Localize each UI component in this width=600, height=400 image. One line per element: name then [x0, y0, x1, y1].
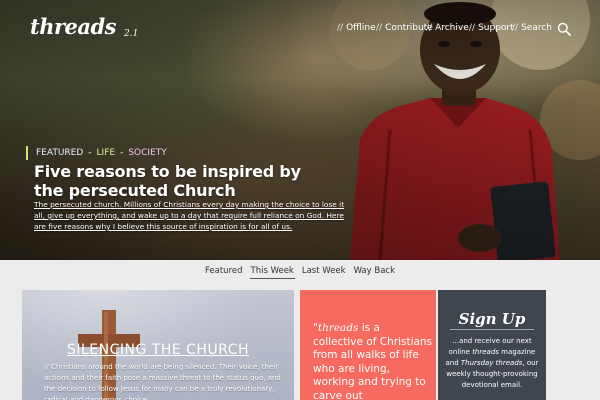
- card-title-text: SILENCING THE CHURCH: [66, 342, 250, 358]
- nav-item-contribute[interactable]: //Contribute: [376, 23, 433, 33]
- site-logo[interactable]: threads: [30, 14, 117, 39]
- feed-tabs: Featured This Week Last Week Way Back: [0, 262, 600, 286]
- signup-description: ...and receive our next online threads m…: [444, 336, 540, 391]
- article-card-silencing[interactable]: SILENCING THE CHURCH // Christians aroun…: [22, 290, 294, 400]
- nav-item-archive[interactable]: //Archive: [426, 23, 469, 33]
- nav-slash: //: [426, 23, 433, 33]
- hero-tags: FEATURED - LIFE - SOCIETY: [26, 146, 167, 160]
- nav-slash: //: [512, 23, 519, 33]
- hero-lede[interactable]: The persecuted church. Millions of Chris…: [34, 199, 356, 232]
- tag-separator: -: [120, 148, 124, 158]
- nav-slash: //: [337, 23, 344, 33]
- about-text: "threads is a collective of Christians f…: [313, 322, 433, 400]
- tab-featured[interactable]: Featured: [204, 262, 244, 278]
- desc-brand-magazine: threads: [472, 348, 499, 356]
- tab-this-week[interactable]: This Week: [249, 262, 295, 279]
- nav-item-support[interactable]: //Support: [469, 23, 514, 33]
- desc-brand-thursday: Thursday threads: [460, 359, 523, 367]
- tag-featured[interactable]: FEATURED: [36, 148, 83, 158]
- tag-society[interactable]: SOCIETY: [128, 148, 166, 158]
- divider: [450, 329, 534, 330]
- card-excerpt: // Christians around the world are being…: [44, 363, 281, 400]
- nav-label: Archive: [435, 23, 469, 33]
- nav-label: Search: [521, 23, 552, 33]
- signup-card[interactable]: Sign Up ...and receive our next online t…: [438, 290, 546, 400]
- tab-last-week[interactable]: Last Week: [301, 262, 347, 278]
- search-icon[interactable]: [557, 22, 571, 36]
- nav-slash: //: [469, 23, 476, 33]
- signup-heading[interactable]: Sign Up: [438, 310, 546, 328]
- nav-label: Support: [478, 23, 514, 33]
- card-title[interactable]: SILENCING THE CHURCH: [22, 342, 294, 358]
- gutter: [546, 290, 600, 400]
- top-navigation: threads 2.1 //Offline //Contribute //Arc…: [0, 0, 600, 48]
- hero-title[interactable]: Five reasons to be inspired by the perse…: [34, 162, 334, 200]
- about-card: "threads is a collective of Christians f…: [300, 290, 436, 400]
- nav-slash: //: [376, 23, 383, 33]
- nav-item-offline[interactable]: //Offline: [337, 23, 376, 33]
- hero-banner[interactable]: threads 2.1 //Offline //Contribute //Arc…: [0, 0, 600, 260]
- nav-item-search[interactable]: //Search: [512, 23, 552, 33]
- tag-separator: -: [88, 148, 92, 158]
- brand-name: threads: [317, 322, 359, 334]
- tag-life[interactable]: LIFE: [97, 148, 116, 158]
- tab-way-back[interactable]: Way Back: [353, 262, 396, 278]
- page: threads 2.1 //Offline //Contribute //Arc…: [0, 0, 600, 400]
- logo-version: 2.1: [124, 29, 139, 39]
- nav-label: Offline: [346, 23, 376, 33]
